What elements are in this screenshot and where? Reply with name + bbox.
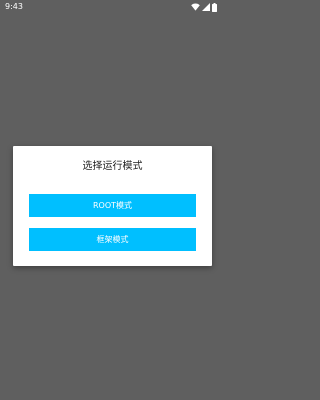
framework-mode-button[interactable]: 框架模式 xyxy=(29,228,196,251)
battery-icon xyxy=(212,2,217,12)
status-time: 9:43 xyxy=(5,2,23,11)
root-mode-button[interactable]: ROOT模式 xyxy=(29,194,196,217)
screen: 9:43 选择运行模式 ROOT模式 框架模式 xyxy=(0,0,225,400)
cellular-icon xyxy=(202,3,210,11)
dialog-title: 选择运行模式 xyxy=(82,161,143,172)
status-bar: 9:43 xyxy=(0,0,225,14)
run-mode-dialog: 选择运行模式 ROOT模式 框架模式 xyxy=(13,146,212,266)
status-icons xyxy=(191,2,217,12)
wifi-icon xyxy=(191,3,200,11)
